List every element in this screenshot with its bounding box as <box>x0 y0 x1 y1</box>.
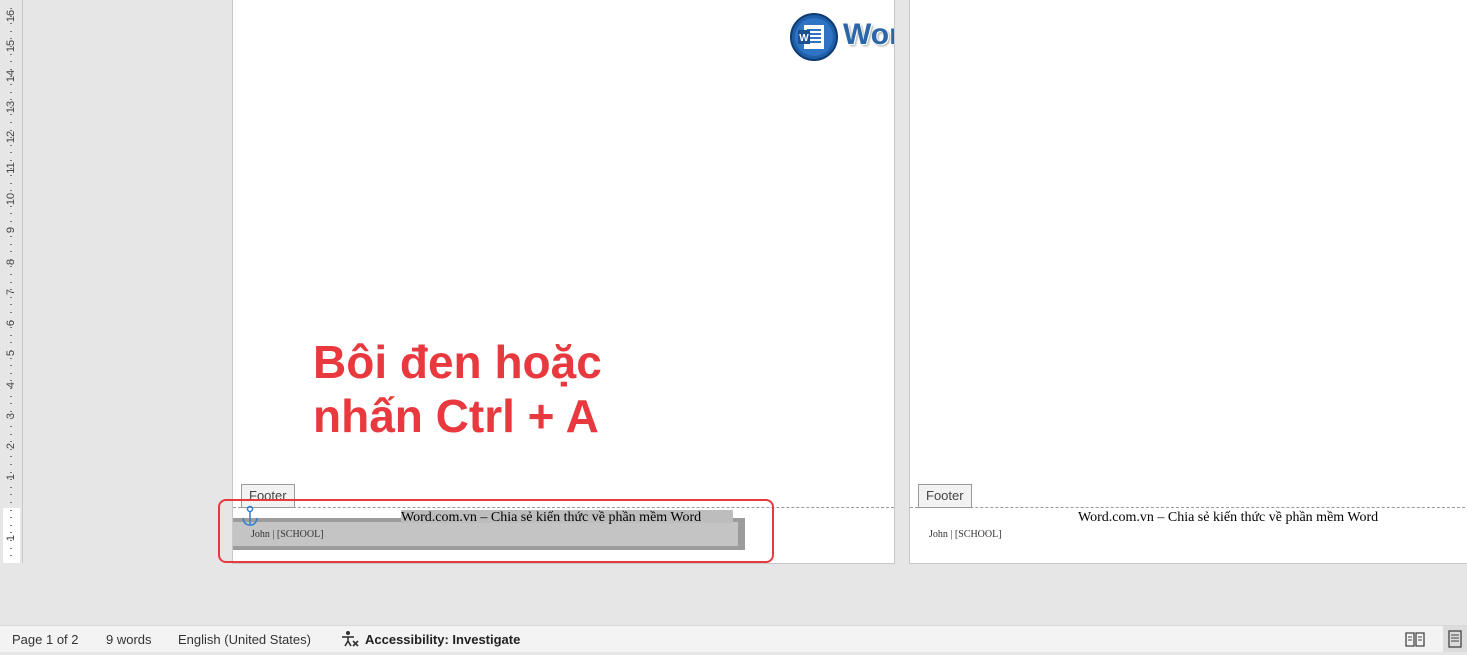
ruler-tick <box>10 266 12 267</box>
ruler-tick <box>10 312 12 313</box>
ruler-tick <box>10 479 12 480</box>
ruler-tick <box>10 251 12 252</box>
print-layout-icon[interactable] <box>1443 626 1467 652</box>
document-page-2[interactable]: Footer Word.com.vn – Chia sẻ kiến thức v… <box>909 0 1467 564</box>
footer-highlight-box <box>218 499 774 563</box>
ruler-tick <box>10 525 12 526</box>
ruler-tick <box>10 358 12 359</box>
word-logo: W Word.com.vn <box>789 12 894 62</box>
annotation-line-2: nhấn Ctrl + A <box>313 390 599 442</box>
ruler-tick <box>10 441 12 442</box>
ruler-number: 10 <box>5 192 17 206</box>
ruler-tick <box>10 464 12 465</box>
accessibility-status[interactable]: Accessibility: Investigate <box>365 632 520 647</box>
ruler-tick <box>10 335 12 336</box>
ruler-tick <box>10 449 12 450</box>
ruler-tick <box>10 327 12 328</box>
footer-tag[interactable]: Footer <box>918 484 972 508</box>
word-count[interactable]: 9 words <box>106 632 152 647</box>
ruler-tick <box>10 434 12 435</box>
ruler-tick <box>10 198 12 199</box>
ruler-number: 6 <box>5 319 17 327</box>
ruler-tick <box>10 54 12 55</box>
ruler-tick <box>10 388 12 389</box>
footer-author-school[interactable]: John | [SCHOOL] <box>929 529 1002 540</box>
ruler-tick <box>10 8 12 9</box>
ruler-tick <box>10 23 12 24</box>
ruler-tick <box>10 92 12 93</box>
ruler-tick <box>10 160 12 161</box>
ruler-tick <box>10 350 12 351</box>
status-bar: Page 1 of 2 9 words English (United Stat… <box>0 625 1467 652</box>
ruler-tick <box>10 84 12 85</box>
ruler-tick <box>10 426 12 427</box>
ruler-tick <box>10 411 12 412</box>
ruler-tick <box>10 487 12 488</box>
ruler-tick <box>10 548 12 549</box>
ruler-tick <box>10 282 12 283</box>
ruler-tick <box>10 236 12 237</box>
ruler-tick <box>10 99 12 100</box>
ruler-tick <box>10 274 12 275</box>
ruler-tick <box>10 320 12 321</box>
ruler-tick <box>10 289 12 290</box>
document-page-1[interactable]: W Word.com.vn Bôi đen hoặc nhấn Ctrl + A… <box>232 0 895 564</box>
ruler-tick <box>10 396 12 397</box>
ruler-tick <box>10 259 12 260</box>
ruler-tick <box>10 213 12 214</box>
ruler-tick <box>10 510 12 511</box>
ruler-tick <box>10 373 12 374</box>
ruler-tick <box>10 297 12 298</box>
ruler-tick <box>10 532 12 533</box>
page-count[interactable]: Page 1 of 2 <box>12 632 79 647</box>
language-status[interactable]: English (United States) <box>178 632 311 647</box>
read-mode-icon[interactable] <box>1404 630 1426 648</box>
ruler-tick <box>10 152 12 153</box>
ruler-tick <box>10 38 12 39</box>
ruler-tick <box>10 494 12 495</box>
ruler-tick <box>10 168 12 169</box>
instruction-annotation: Bôi đen hoặc nhấn Ctrl + A <box>313 335 602 443</box>
ruler-tick <box>10 206 12 207</box>
ruler-tick <box>10 76 12 77</box>
ruler-tick <box>10 137 12 138</box>
accessibility-icon[interactable] <box>340 630 360 648</box>
ruler-tick <box>10 114 12 115</box>
ruler-tick <box>10 342 12 343</box>
ruler-tick <box>10 365 12 366</box>
svg-text:W: W <box>799 33 809 44</box>
vertical-ruler[interactable]: 16 15 14 13 12 11 10 9 8 7 6 5 4 3 2 1 1 <box>0 0 23 563</box>
ruler-tick <box>10 502 12 503</box>
ruler-tick <box>10 403 12 404</box>
ruler-tick <box>10 190 12 191</box>
ruler-tick <box>10 130 12 131</box>
ruler-tick <box>10 304 12 305</box>
logo-text: Word.com.vn <box>843 18 894 51</box>
ruler-tick <box>10 145 12 146</box>
ruler-number: 8 <box>5 258 17 266</box>
footer-boundary <box>910 507 1467 508</box>
ruler-tick <box>10 46 12 47</box>
ruler-tick <box>10 183 12 184</box>
ruler-tick <box>10 175 12 176</box>
ruler-tick <box>10 107 12 108</box>
ruler-tick <box>10 221 12 222</box>
ruler-tick <box>10 540 12 541</box>
footer-text[interactable]: Word.com.vn – Chia sẻ kiến thức về phần … <box>1078 510 1378 526</box>
ruler-tick <box>10 380 12 381</box>
ruler-tick <box>10 418 12 419</box>
ruler-tick <box>10 228 12 229</box>
ruler-tick <box>10 555 12 556</box>
ruler-tick <box>10 122 12 123</box>
annotation-line-1: Bôi đen hoặc <box>313 336 602 388</box>
ruler-tick <box>10 472 12 473</box>
ruler-tick <box>10 456 12 457</box>
ruler-tick <box>10 61 12 62</box>
ruler-tick <box>10 31 12 32</box>
ruler-tick <box>10 16 12 17</box>
ruler-tick <box>10 69 12 70</box>
ruler-tick <box>10 517 12 518</box>
word-logo-icon: W <box>790 13 838 61</box>
ruler-tick <box>10 244 12 245</box>
